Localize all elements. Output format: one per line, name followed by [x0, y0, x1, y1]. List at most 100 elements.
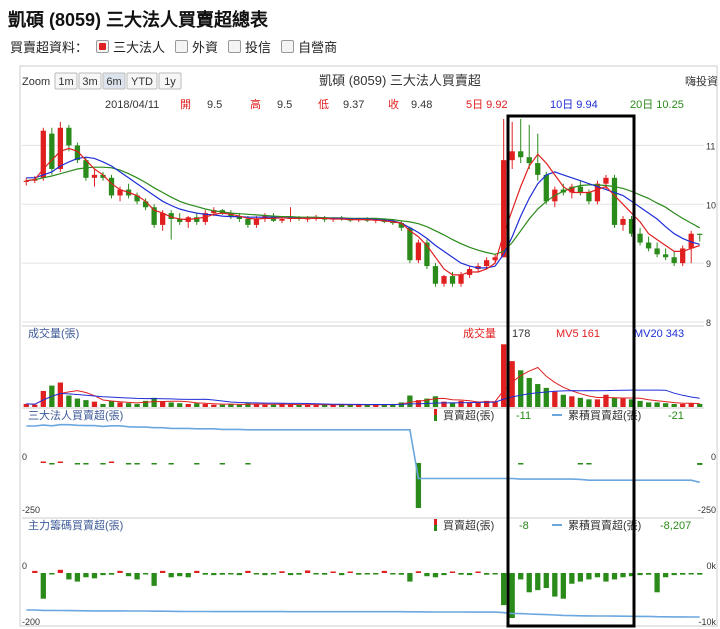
main-net-bar [185, 573, 191, 578]
volume-bar [552, 391, 558, 407]
info-high-label: 高 [250, 97, 261, 111]
mv5-line [26, 366, 700, 406]
volume-bar [134, 403, 140, 407]
volume-bar [697, 403, 703, 407]
zoom-button-label: 6m [106, 76, 121, 88]
main-net-bar [611, 573, 618, 580]
inst-legend-down-swatch [434, 415, 437, 421]
zoom-button-6m[interactable]: 6m [102, 72, 126, 90]
zoom-button-YTD[interactable]: YTD [126, 72, 158, 90]
candle-body [415, 242, 422, 261]
info-low: 9.37 [343, 99, 364, 111]
candle [680, 245, 686, 267]
inst-net-bars [40, 461, 703, 508]
main-net-bar [74, 573, 81, 582]
volume-bar [586, 399, 592, 407]
main-net-bar [526, 573, 532, 593]
candle [287, 207, 294, 222]
main-net-bar [680, 573, 686, 575]
volume-bar [177, 403, 183, 407]
main-net-bar [697, 573, 703, 575]
zoom-button-1y[interactable]: 1y [158, 72, 182, 90]
candle [594, 180, 601, 205]
candle [40, 127, 46, 181]
info-ma20: 20日 10.25 [630, 99, 684, 111]
main-net-bar [390, 573, 396, 575]
main-net-bar [339, 573, 345, 576]
main-net-bar [432, 573, 439, 578]
inst-net-value: -11 [516, 410, 531, 422]
main-net-bar [253, 573, 260, 575]
candle [611, 174, 618, 228]
inst-net-bar [57, 461, 64, 463]
inst-net-bar [100, 463, 106, 465]
volume-bar [202, 403, 208, 407]
candle-body [449, 276, 456, 284]
main-net-bar [347, 571, 353, 573]
volume-bar [185, 403, 191, 407]
inst-net-bar [134, 463, 140, 465]
main-net-bar [245, 570, 251, 573]
main-net-bar [202, 573, 208, 575]
main-net-bar [287, 573, 294, 576]
main-net-bar [501, 573, 507, 606]
volume-bar [91, 401, 98, 407]
volume-label: 成交量 [463, 326, 496, 340]
candle [526, 124, 532, 169]
main-net-bar [194, 570, 200, 573]
inst-net-bar [40, 461, 46, 463]
ma5-line [26, 147, 700, 276]
inst-net-bar [194, 463, 200, 465]
volume-bar [543, 387, 549, 407]
main-net-bar [637, 573, 643, 576]
main-net-value: -8 [519, 520, 529, 532]
candle [125, 183, 132, 199]
inst-ytick-zero: 0 [22, 452, 27, 462]
candle-body [637, 233, 643, 243]
candle-body [662, 254, 669, 258]
volume-bar [194, 403, 200, 407]
volume-bar [151, 397, 157, 407]
inst-net-bar [151, 463, 157, 465]
volume-bar [57, 382, 64, 407]
main-net-bar [83, 573, 89, 578]
info-high: 9.5 [277, 99, 292, 111]
candle-body [645, 242, 652, 249]
volume-bar [458, 400, 464, 407]
volume-bar [611, 397, 618, 407]
inst-net-bar [74, 463, 81, 465]
zoom-button-1m[interactable]: 1m [54, 72, 78, 90]
main-net-bar [475, 571, 481, 573]
main-net-bar [321, 573, 328, 575]
zoom-button-label: 1y [164, 76, 176, 88]
stock-chart[interactable]: Zoom 1m 3m 6m YTD 1y 凱碩 (8059) 三大法人買賣超 嗨投資 2… [0, 0, 720, 629]
main-net-bar [671, 573, 677, 576]
candle [441, 274, 447, 287]
main-net-bar [117, 570, 123, 573]
main-legend-up-swatch [434, 519, 437, 525]
main-net-bar [603, 573, 609, 582]
main-net-label: 買賣超(張) [443, 518, 494, 532]
chart-frame [19, 65, 718, 627]
info-low-label: 低 [318, 98, 329, 111]
main-net-bar [458, 573, 464, 575]
inst-net-bar [108, 461, 115, 463]
main-net-bar [66, 573, 72, 580]
gridlines [22, 144, 704, 519]
volume-bar [125, 403, 132, 407]
main-net-bar [228, 573, 234, 575]
inst-net-bar [168, 463, 174, 465]
main-net-bar [662, 573, 669, 578]
zoom-button-3m[interactable]: 3m [78, 72, 102, 90]
candle-body [543, 174, 549, 202]
candle [57, 121, 64, 172]
main-net-bar [356, 573, 362, 575]
volume-bar [83, 400, 89, 407]
candle-body [501, 160, 507, 258]
candle-body [160, 213, 166, 225]
volume-bar [594, 399, 601, 407]
candle-body [620, 219, 626, 225]
main-net-bar [509, 573, 515, 618]
main-net-bar [32, 570, 38, 573]
inst-net-bar [586, 463, 592, 465]
